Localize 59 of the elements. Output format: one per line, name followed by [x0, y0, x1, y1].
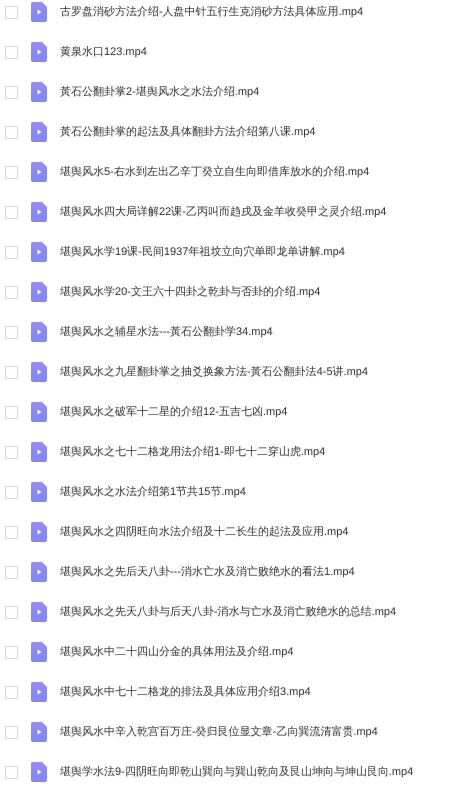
file-name[interactable]: 堪舆风水中辛入乾宫百万庄-癸归艮位显文章-乙向巽流清富贵.mp4: [60, 722, 378, 742]
checkbox[interactable]: [5, 6, 18, 18]
video-file-icon: [31, 122, 47, 142]
file-name[interactable]: 堪舆风水之九星翻卦掌之抽爻换象方法-黃石公翻卦法4-5讲.mp4: [60, 362, 368, 382]
checkbox[interactable]: [5, 246, 18, 258]
video-file-icon: [31, 322, 47, 342]
checkbox[interactable]: [5, 686, 18, 698]
file-name[interactable]: 古罗盘消砂方法介绍-人盘中针五行生克消砂方法具体应用.mp4: [60, 2, 364, 22]
video-file-icon: [31, 42, 47, 62]
file-name[interactable]: 堪舆风水之破军十二星的介绍12-五吉七凶.mp4: [60, 402, 288, 422]
checkbox[interactable]: [5, 286, 18, 298]
checkbox[interactable]: [5, 166, 18, 178]
video-file-icon: [31, 562, 47, 582]
checkbox[interactable]: [5, 446, 18, 458]
video-file-icon: [31, 442, 47, 462]
file-name[interactable]: 堪舆风水之辅星水法---黃石公翻卦学34.mp4: [60, 322, 273, 342]
checkbox[interactable]: [5, 726, 18, 738]
checkbox[interactable]: [5, 606, 18, 618]
video-file-icon: [31, 642, 47, 662]
checkbox[interactable]: [5, 206, 18, 218]
checkbox[interactable]: [5, 766, 18, 778]
file-name[interactable]: 堪舆风水中二十四山分金的具体用法及介绍.mp4: [60, 642, 294, 662]
checkbox[interactable]: [5, 646, 18, 658]
checkbox[interactable]: [5, 126, 18, 138]
file-name[interactable]: 堪舆风水学19课-民间1937年祖坟立向穴单即龙单讲解.mp4: [60, 242, 345, 262]
checkbox[interactable]: [5, 46, 18, 58]
file-name[interactable]: 黄泉水口123.mp4: [60, 42, 147, 62]
video-file-icon: [31, 602, 47, 622]
checkbox[interactable]: [5, 526, 18, 538]
video-file-icon: [31, 682, 47, 702]
file-name[interactable]: 堪舆风水学20-文王六十四卦之乾卦与否卦的介绍.mp4: [60, 282, 320, 302]
video-file-icon: [31, 402, 47, 422]
video-file-icon: [31, 162, 47, 182]
video-file-icon: [31, 282, 47, 302]
video-file-icon: [31, 522, 47, 542]
file-name[interactable]: 堪舆风水之四阴旺向水法介绍及十二长生的起法及应用.mp4: [60, 522, 348, 542]
file-name[interactable]: 黃石公翻卦掌的起法及具体翻卦方法介绍第八课.mp4: [60, 122, 316, 142]
checkbox[interactable]: [5, 86, 18, 98]
video-file-icon: [31, 362, 47, 382]
file-name[interactable]: 黃石公翻卦掌2-堪舆风水之水法介绍.mp4: [60, 82, 260, 102]
video-file-icon: [31, 202, 47, 222]
file-name[interactable]: 堪舆风水之七十二格龙用法介绍1-即七十二穿山虎.mp4: [60, 442, 326, 462]
video-file-icon: [31, 482, 47, 502]
checkbox[interactable]: [5, 326, 18, 338]
video-file-icon: [31, 82, 47, 102]
file-name[interactable]: 堪舆风水5-右水到左出乙辛丁癸立自生向即借库放水的介绍.mp4: [60, 162, 370, 182]
file-name[interactable]: 堪舆学水法9-四阴旺向即乾山巽向与巽山乾向及艮山坤向与坤山艮向.mp4: [60, 762, 414, 782]
video-file-icon: [31, 722, 47, 742]
file-name[interactable]: 堪舆风水中七十二格龙的排法及具体应用介绍3.mp4: [60, 682, 311, 702]
file-name[interactable]: 堪舆风水之先天八卦与后天八卦-消水与亡水及消亡败绝水的总结.mp4: [60, 602, 396, 622]
file-name[interactable]: 堪舆风水之先后天八卦---消水亡水及消亡败绝水的看法1.mp4: [60, 562, 355, 582]
file-name[interactable]: 堪舆风水四大局详解22课-乙丙叫而趋戌及金羊收癸甲之灵介绍.mp4: [60, 202, 386, 222]
video-file-icon: [31, 242, 47, 262]
video-file-icon: [31, 762, 47, 782]
checkbox[interactable]: [5, 566, 18, 578]
checkbox[interactable]: [5, 406, 18, 418]
file-name[interactable]: 堪舆风水之水法介绍第1节共15节.mp4: [60, 482, 246, 502]
checkbox[interactable]: [5, 486, 18, 498]
checkbox[interactable]: [5, 366, 18, 378]
